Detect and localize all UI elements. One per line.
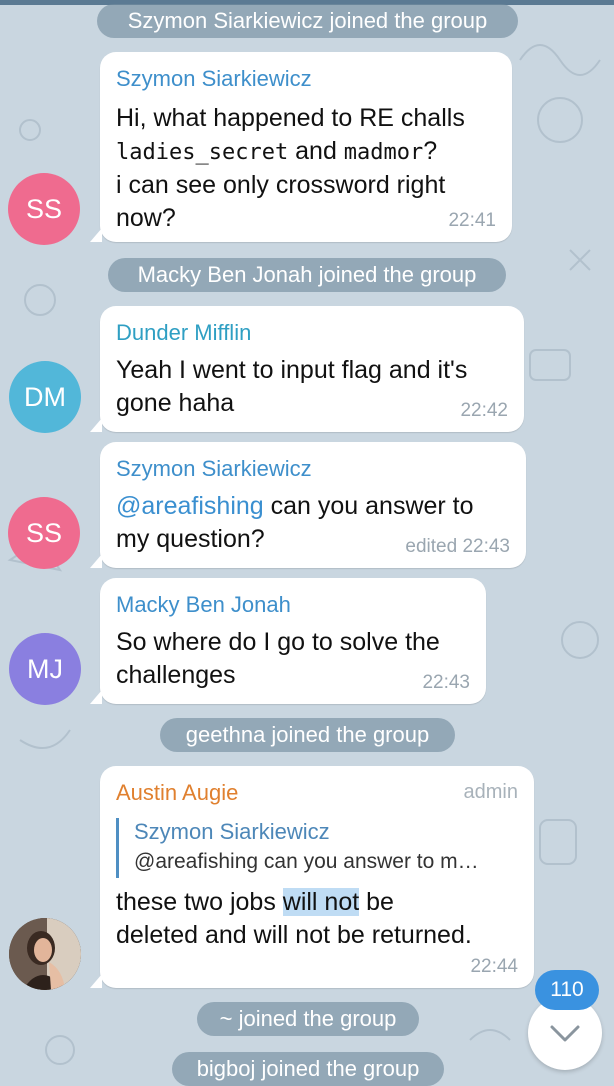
message-text: So where do I go to solve the challenges: [116, 626, 440, 692]
avatar[interactable]: DM: [9, 361, 81, 433]
service-message-joined: Macky Ben Jonah joined the group: [108, 258, 506, 292]
mention-link[interactable]: @areafishing: [116, 492, 264, 520]
text-span: be: [359, 888, 394, 916]
message-time: 22:43: [422, 672, 470, 693]
bubble-tail: [90, 554, 102, 568]
message-time: 22:44: [470, 956, 518, 977]
message-bubble[interactable]: Szymon Siarkiewicz @areafishing can you …: [90, 442, 526, 568]
message-bubble[interactable]: Dunder Mifflin Yeah I went to input flag…: [90, 306, 524, 432]
message-line: deleted and will not be returned.: [116, 921, 472, 949]
bubble-tail: [90, 974, 102, 988]
bubble-tail: [90, 228, 102, 242]
service-message-joined: Szymon Siarkiewicz joined the group: [97, 4, 518, 38]
code-span: ladies_secret: [116, 140, 289, 165]
message-line: these two jobs will not be: [116, 886, 472, 919]
message-sender[interactable]: Dunder Mifflin: [116, 320, 251, 346]
message-bubble[interactable]: Austin Augie admin Szymon Siarkiewicz @a…: [90, 766, 534, 988]
message-line: So where do I go to solve the: [116, 628, 440, 656]
message-time: 22:42: [460, 400, 508, 421]
message-line: now?: [116, 204, 176, 232]
admin-badge: admin: [463, 781, 518, 803]
message-sender[interactable]: Szymon Siarkiewicz: [116, 456, 312, 482]
text-span: can you answer to: [263, 492, 474, 520]
avatar[interactable]: MJ: [9, 633, 81, 705]
service-message-joined: ~ joined the group: [197, 1002, 419, 1036]
message-bubble[interactable]: Macky Ben Jonah So where do I go to solv…: [90, 578, 486, 704]
message-sender[interactable]: Macky Ben Jonah: [116, 592, 291, 618]
message-line: gone haha: [116, 389, 235, 417]
message-line: i can see only crossword right: [116, 171, 446, 199]
message-text: these two jobs will not be deleted and w…: [116, 886, 472, 952]
message-line: challenges: [116, 661, 236, 689]
text-selection-highlight[interactable]: will not: [282, 888, 360, 916]
avatar[interactable]: SS: [8, 173, 80, 245]
text-span: ?: [423, 137, 438, 165]
reply-text: @areafishing can you answer to m…: [134, 850, 479, 873]
avatar-photo-image: [9, 918, 81, 990]
message-line: @areafishing can you answer to: [116, 490, 474, 523]
service-message-joined: bigboj joined the group: [172, 1052, 444, 1086]
message-line: Yeah I went to input flag and it's: [116, 356, 468, 384]
message-time: edited 22:43: [405, 536, 510, 557]
message-line: ladies_secret and madmor?: [116, 135, 465, 169]
text-span: these two jobs: [116, 888, 283, 916]
message-text: Yeah I went to input flag and it's gone …: [116, 354, 467, 420]
message-text: Hi, what happened to RE challs ladies_se…: [116, 102, 465, 235]
message-time: 22:41: [448, 210, 496, 231]
avatar-photo[interactable]: [9, 918, 81, 990]
reply-preview[interactable]: Szymon Siarkiewicz @areafishing can you …: [116, 818, 520, 878]
unread-count-badge: 110: [535, 970, 599, 1010]
message-line: Hi, what happened to RE challs: [116, 104, 465, 132]
code-span: madmor: [343, 140, 424, 165]
text-span: and: [288, 137, 344, 165]
service-message-joined: geethna joined the group: [160, 718, 455, 752]
avatar[interactable]: SS: [8, 497, 80, 569]
bubble-tail: [90, 418, 102, 432]
message-sender[interactable]: Austin Augie: [116, 780, 238, 806]
reply-sender: Szymon Siarkiewicz: [134, 819, 330, 844]
bubble-tail: [90, 690, 102, 704]
message-sender[interactable]: Szymon Siarkiewicz: [116, 66, 312, 92]
message-bubble[interactable]: Szymon Siarkiewicz Hi, what happened to …: [90, 52, 512, 242]
